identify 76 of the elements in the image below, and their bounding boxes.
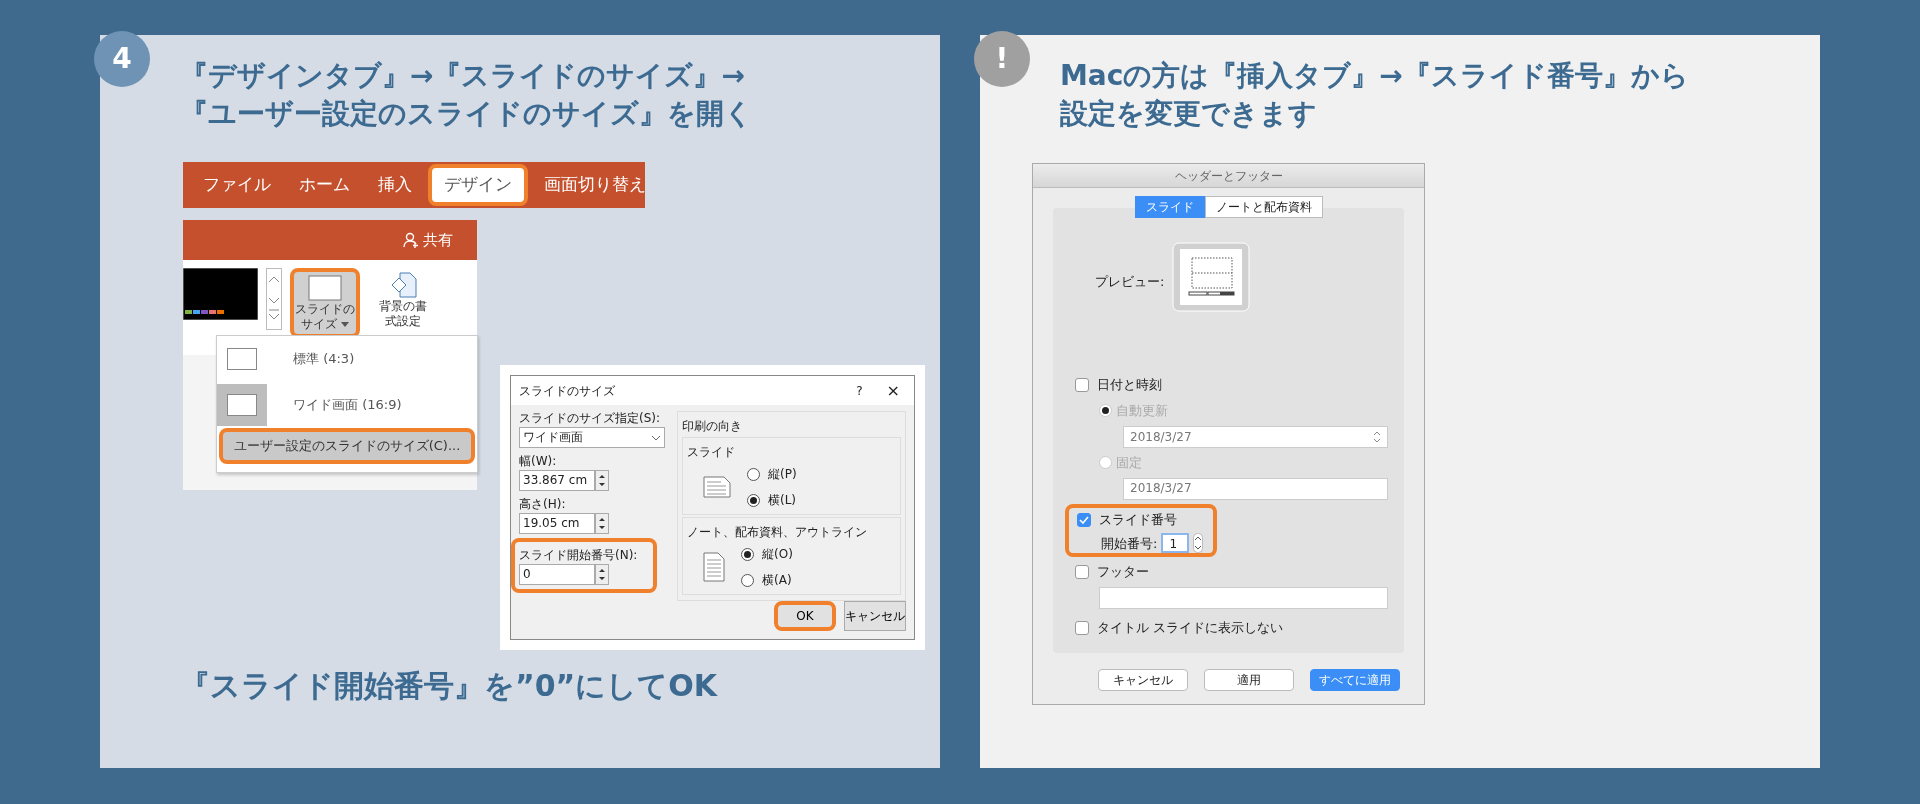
share-text: 共有 bbox=[423, 229, 453, 251]
checkbox-label: タイトル スライドに表示しない bbox=[1097, 619, 1284, 638]
ribbon-tab[interactable]: ホーム bbox=[287, 168, 362, 202]
updown-icon bbox=[1373, 430, 1381, 443]
start-number-field[interactable]: 1 bbox=[1161, 533, 1190, 554]
radio-button[interactable] bbox=[741, 547, 754, 561]
option-label: 横(L) bbox=[768, 492, 797, 509]
spinner-icon bbox=[595, 470, 609, 491]
stepper-icon bbox=[1193, 533, 1204, 554]
checkbox-label: スライド番号 bbox=[1099, 510, 1177, 529]
size-select[interactable]: ワイド画面 bbox=[519, 427, 665, 448]
dialog-button[interactable]: 適用 bbox=[1204, 669, 1294, 691]
preview-label: プレビュー: bbox=[1095, 273, 1165, 292]
option-label: 縦(P) bbox=[768, 466, 797, 483]
slide-shape-icon bbox=[227, 348, 257, 370]
spinner-icon bbox=[595, 513, 609, 534]
heading-text: Macの方は『挿入タブ』→『スライド番号』から bbox=[1060, 58, 1689, 94]
width-field[interactable]: 33.867 cm bbox=[519, 470, 595, 491]
checkbox-label: フッター bbox=[1097, 563, 1149, 582]
close-button[interactable]: × bbox=[886, 378, 900, 403]
format-background-button[interactable]: 背景の書 式設定 bbox=[368, 268, 438, 332]
scroll-arrows-icon bbox=[266, 268, 282, 330]
ribbon-tab[interactable]: ファイル bbox=[191, 168, 283, 202]
date-field[interactable]: 2018/3/27 bbox=[1123, 477, 1388, 500]
landscape-page-icon bbox=[703, 476, 731, 498]
dialog-title: スライドのサイズ bbox=[519, 382, 616, 400]
field-label: スライドのサイズ指定(S): bbox=[519, 410, 662, 427]
option-label: 横(A) bbox=[762, 572, 792, 589]
radio-button[interactable] bbox=[741, 573, 754, 587]
group-title: スライド bbox=[687, 444, 736, 461]
portrait-page-icon bbox=[703, 552, 725, 582]
field-label: 幅(W): bbox=[519, 453, 558, 470]
group-title: 印刷の向き bbox=[682, 418, 743, 435]
menu-item[interactable]: 標準 (4:3) bbox=[217, 336, 477, 382]
heading-text: 『ユーザー設定のスライドのサイズ』を開く bbox=[180, 96, 753, 132]
check-icon bbox=[1079, 515, 1089, 524]
start-number-field[interactable]: 0 bbox=[519, 564, 595, 585]
date-select[interactable]: 2018/3/27 bbox=[1123, 425, 1388, 448]
step-badge: ! bbox=[974, 31, 1030, 87]
menu-item[interactable]: ワイド画面 (16:9) bbox=[217, 382, 477, 428]
dialog-button[interactable]: OK bbox=[774, 601, 836, 631]
menu-item[interactable]: ユーザー設定のスライドのサイズ(C)... bbox=[219, 428, 475, 464]
segment-tab[interactable]: ノートと配布資料 bbox=[1204, 196, 1323, 218]
field-label: 高さ(H): bbox=[519, 496, 567, 513]
heading-text: 『デザインタブ』→『スライドのサイズ』→ bbox=[180, 58, 746, 94]
chevron-down-icon bbox=[651, 434, 661, 441]
heading-text: 設定を変更できます bbox=[1060, 96, 1318, 132]
slide-size-button[interactable]: スライドの サイズ bbox=[290, 268, 360, 338]
checkbox[interactable] bbox=[1077, 512, 1091, 527]
menu-item-text: 標準 (4:3) bbox=[293, 350, 355, 369]
checkbox[interactable] bbox=[1075, 621, 1089, 635]
field-label: 開始番号: bbox=[1101, 534, 1158, 553]
person-add-icon bbox=[403, 232, 419, 248]
footer-field[interactable] bbox=[1099, 587, 1388, 609]
dialog-button[interactable]: キャンセル bbox=[844, 601, 906, 631]
spinner-icon bbox=[595, 564, 609, 585]
slide-shape-icon bbox=[227, 394, 257, 416]
checkbox-label: 日付と時刻 bbox=[1097, 376, 1162, 395]
step-badge: 4 bbox=[94, 31, 150, 87]
slide-size-icon bbox=[307, 274, 343, 302]
checkbox[interactable] bbox=[1075, 377, 1089, 392]
ribbon-tab[interactable]: 挿入 bbox=[366, 168, 424, 202]
group-title: ノート、配布資料、アウトライン bbox=[687, 524, 868, 541]
help-button[interactable]: ? bbox=[856, 381, 863, 400]
radio-button[interactable] bbox=[747, 493, 760, 507]
dialog-button[interactable]: キャンセル bbox=[1098, 669, 1188, 691]
dialog-title: ヘッダーとフッター bbox=[1033, 164, 1424, 188]
menu-item-text: ワイド画面 (16:9) bbox=[293, 396, 402, 415]
field-label: スライド開始番号(N): bbox=[519, 547, 639, 564]
option-label: 縦(O) bbox=[762, 546, 793, 563]
ribbon-tab[interactable]: 画面切り替え bbox=[532, 168, 658, 202]
height-field[interactable]: 19.05 cm bbox=[519, 513, 595, 534]
ribbon-tab[interactable]: デザイン bbox=[428, 164, 528, 206]
checkbox[interactable] bbox=[1075, 565, 1089, 579]
caption-text: 『スライド開始番号』を”0”にしてOK bbox=[180, 667, 718, 705]
radio-button[interactable] bbox=[747, 467, 760, 481]
